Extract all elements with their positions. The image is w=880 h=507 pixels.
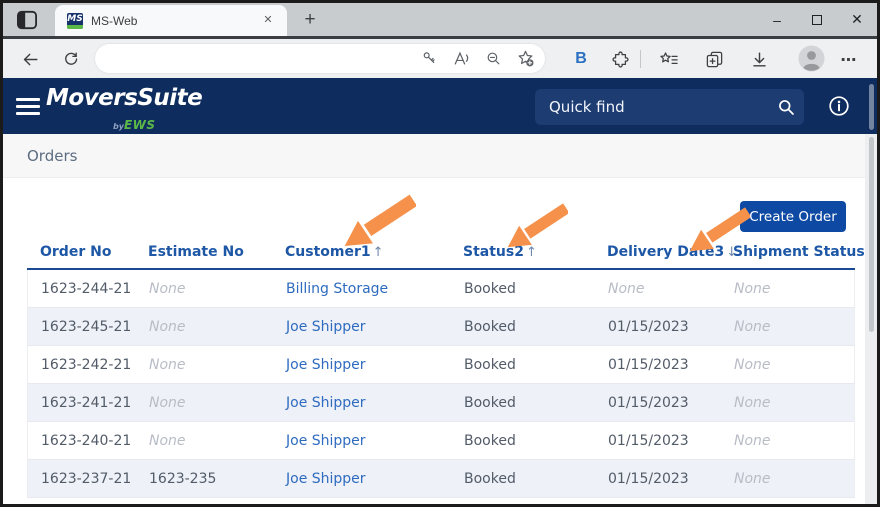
maximize-button[interactable]	[797, 3, 837, 36]
cell-shipment-status: None	[734, 470, 771, 487]
cell-estimate-no: None	[149, 432, 186, 449]
cell-customer[interactable]: Joe Shipper	[273, 433, 451, 449]
cell-status: Booked	[464, 356, 516, 373]
cell-estimate-no: None	[149, 280, 186, 297]
cell-shipment-status: None	[734, 318, 771, 335]
table-row[interactable]: 1623-241-21 None Joe Shipper Booked 01/15/20…	[28, 384, 854, 422]
app-header: MoversSuite byEWS	[3, 78, 877, 134]
tab-close-icon[interactable]: ✕	[259, 12, 277, 30]
add-favorite-icon[interactable]	[513, 47, 537, 71]
address-input[interactable]	[95, 51, 417, 66]
tab-favicon-icon: MS	[67, 12, 83, 29]
table-header: Order No Estimate No Customer1 ↑ Status2 ↑…	[27, 236, 865, 270]
page-title: Orders	[27, 146, 78, 165]
cell-delivery-date: 01/15/2023	[608, 318, 689, 335]
page-bar: Orders	[3, 134, 877, 178]
toolbar-divider	[640, 50, 641, 68]
cell-status: Booked	[464, 394, 516, 411]
cell-delivery-date: 01/15/2023	[608, 356, 689, 373]
password-key-icon[interactable]	[417, 47, 441, 71]
extensions-icon[interactable]	[607, 46, 633, 72]
scrollbar-thumb-header[interactable]	[869, 84, 874, 130]
column-header-delivery-date[interactable]: Delivery Date3 ↓	[594, 244, 737, 260]
download-icon[interactable]	[746, 46, 772, 72]
sort-asc-icon: ↑	[525, 245, 537, 260]
column-header-customer[interactable]: Customer1 ↑	[272, 244, 450, 260]
table-row[interactable]: 1623-242-21 None Joe Shipper Booked 01/15/20…	[28, 346, 854, 384]
quick-find-input[interactable]	[535, 98, 768, 116]
cell-shipment-status: None	[734, 356, 771, 373]
search-icon[interactable]	[768, 89, 804, 125]
cell-status: Booked	[464, 432, 516, 449]
tab-title: MS-Web	[91, 13, 138, 28]
cell-customer[interactable]: Billing Storage	[273, 281, 451, 297]
favorites-icon[interactable]	[656, 46, 682, 72]
cell-status: Booked	[464, 318, 516, 335]
column-header-status[interactable]: Status2 ↑	[450, 244, 594, 260]
cell-shipment-status: None	[734, 394, 771, 411]
cell-estimate-no: None	[149, 394, 186, 411]
app-logo-subtext: byEWS	[113, 118, 156, 132]
cell-order-no: 1623-241-21	[41, 394, 132, 411]
profile-avatar[interactable]	[798, 45, 825, 72]
browser-toolbar: B ⋯	[3, 39, 877, 78]
cell-order-no: 1623-244-21	[41, 280, 132, 297]
cell-customer[interactable]: Joe Shipper	[273, 471, 451, 487]
cell-estimate-no: 1623-235	[149, 470, 217, 487]
cell-order-no: 1623-240-21	[41, 432, 132, 449]
b-extension-icon[interactable]: B	[568, 46, 594, 72]
cell-delivery-date: 01/15/2023	[608, 470, 689, 487]
table-row[interactable]: 1623-240-21 None Joe Shipper Booked 01/15/20…	[28, 422, 854, 460]
cell-customer[interactable]: Joe Shipper	[273, 319, 451, 335]
sort-asc-icon: ↑	[372, 245, 384, 260]
cell-delivery-date: 01/15/2023	[608, 432, 689, 449]
browser-window: MS MS-Web ✕ + – ✕ B ⋯ MoversSuite byEWS …	[0, 0, 880, 507]
info-icon[interactable]	[828, 95, 850, 117]
refresh-icon[interactable]	[58, 46, 84, 72]
read-aloud-icon[interactable]	[449, 47, 473, 71]
address-bar[interactable]	[95, 44, 545, 73]
table-row[interactable]: 1623-245-21 None Joe Shipper Booked 01/15/20…	[28, 308, 854, 346]
more-menu-icon[interactable]: ⋯	[836, 46, 862, 72]
scrollbar-thumb[interactable]	[869, 137, 874, 332]
table-body: 1623-244-21 None Billing Storage Booked None…	[27, 270, 855, 498]
cell-customer[interactable]: Joe Shipper	[273, 395, 451, 411]
new-tab-button[interactable]: +	[297, 7, 323, 33]
back-icon[interactable]	[17, 46, 43, 72]
orders-page: Create Order Order No Estimate No Custom…	[3, 178, 877, 504]
table-row[interactable]: 1623-237-21 1623-235 Joe Shipper Booked 01/1…	[28, 460, 854, 498]
cell-estimate-no: None	[149, 356, 186, 373]
quick-find-box[interactable]	[535, 89, 804, 125]
hamburger-menu-icon[interactable]	[16, 98, 40, 115]
close-window-button[interactable]: ✕	[837, 3, 877, 36]
window-controls: – ✕	[757, 3, 877, 36]
create-order-button[interactable]: Create Order	[740, 201, 846, 232]
column-header-order-no[interactable]: Order No	[27, 244, 135, 260]
browser-tab[interactable]: MS MS-Web ✕	[55, 5, 287, 36]
cell-delivery-date: None	[608, 280, 645, 297]
column-header-shipment-status[interactable]: Shipment Status	[720, 244, 865, 260]
workspaces-icon[interactable]	[14, 8, 40, 32]
cell-status: Booked	[464, 470, 516, 487]
zoom-out-icon[interactable]	[481, 47, 505, 71]
cell-estimate-no: None	[149, 318, 186, 335]
cell-order-no: 1623-245-21	[41, 318, 132, 335]
maximize-icon	[812, 14, 822, 25]
column-header-estimate-no[interactable]: Estimate No	[135, 244, 272, 260]
collections-icon[interactable]	[701, 46, 727, 72]
cell-delivery-date: 01/15/2023	[608, 394, 689, 411]
cell-shipment-status: None	[734, 432, 771, 449]
cell-customer[interactable]: Joe Shipper	[273, 357, 451, 373]
cell-shipment-status: None	[734, 280, 771, 297]
app-logo: MoversSuite	[46, 85, 203, 111]
cell-status: Booked	[464, 280, 516, 297]
tab-strip: MS MS-Web ✕ + – ✕	[3, 3, 877, 36]
cell-order-no: 1623-242-21	[41, 356, 132, 373]
table-row[interactable]: 1623-244-21 None Billing Storage Booked None…	[28, 270, 854, 308]
minimize-button[interactable]: –	[757, 3, 797, 36]
cell-order-no: 1623-237-21	[41, 470, 132, 487]
